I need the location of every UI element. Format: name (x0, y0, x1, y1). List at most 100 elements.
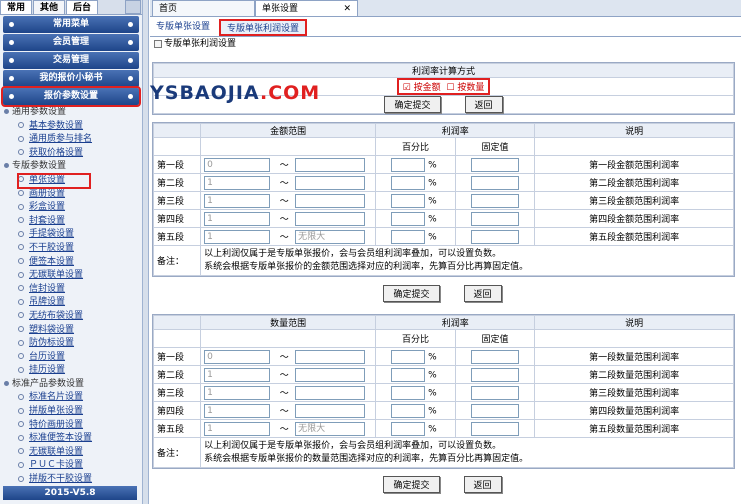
percent-input[interactable] (391, 367, 426, 382)
tree-item[interactable]: 画册设置 (4, 188, 142, 202)
tree-item[interactable]: 彩盒设置 (4, 201, 142, 215)
fixed-input[interactable] (470, 157, 519, 172)
range-from-input[interactable]: 1 (204, 367, 271, 382)
close-icon[interactable]: ✕ (343, 3, 351, 14)
tree-item[interactable]: 塑料袋设置 (4, 324, 142, 338)
tab-home[interactable]: 首页 (152, 0, 255, 16)
menu-common[interactable]: 常用菜单 (3, 16, 139, 33)
percent-input[interactable] (391, 385, 426, 400)
percent-input[interactable] (391, 193, 426, 208)
fixed-input[interactable] (470, 193, 519, 208)
tree-item[interactable]: 获取价格设置 (4, 147, 142, 161)
range-to-input[interactable]: 无限大 (295, 229, 366, 244)
tab-backend[interactable]: 后台 (66, 0, 99, 14)
range-from-input[interactable]: 1 (204, 193, 271, 208)
percent-input[interactable] (391, 421, 426, 436)
fixed-input[interactable] (470, 175, 519, 190)
qty-box: 数量范围 利润率 说明 百分比 固定值 第一段 0 ～ % 第一段数量范围利润率 第二段 1 ～ … (152, 314, 735, 469)
qty-submit-button[interactable]: 确定提交 (383, 476, 440, 493)
fixed-input[interactable] (470, 349, 519, 364)
tree-item[interactable]: 手提袋设置 (4, 228, 142, 242)
range-to-input[interactable] (295, 157, 366, 172)
range-to-input[interactable] (295, 403, 366, 418)
tree-item[interactable]: 防伪标设置 (4, 337, 142, 351)
fixed-header: 固定值 (454, 137, 536, 156)
percent-sign: % (428, 160, 437, 170)
range-to-input[interactable] (295, 175, 366, 190)
tree-item[interactable]: 便签本设置 (4, 256, 142, 270)
subtab-single[interactable]: 专版单张设置 (150, 19, 216, 36)
percent-input[interactable] (391, 349, 426, 364)
range-from-input[interactable]: 1 (204, 385, 271, 400)
fixed-input[interactable] (470, 403, 519, 418)
menu-secretary[interactable]: 我的报价小秘书 (3, 70, 139, 87)
range-from-input[interactable]: 1 (204, 229, 271, 244)
subtab-profit[interactable]: 专版单张利润设置 (219, 19, 308, 36)
range-from-input[interactable]: 1 (204, 211, 271, 226)
tree-item[interactable]: 无纺布袋设置 (4, 310, 142, 324)
range-from-input[interactable]: 0 (204, 349, 271, 364)
tree-item[interactable]: 特价画册设置 (4, 419, 142, 433)
range-from-input[interactable]: 0 (204, 157, 271, 172)
item-label: 特价画册设置 (29, 419, 84, 430)
tree-item[interactable]: 吊牌设置 (4, 296, 142, 310)
amount-submit-button[interactable]: 确定提交 (383, 285, 440, 302)
fixed-input[interactable] (470, 211, 519, 226)
range-to-input[interactable] (295, 385, 366, 400)
segment-row: 第三段 1 ～ % 第三段金额范围利润率 (152, 191, 734, 210)
menu-label: 交易管理 (52, 55, 89, 65)
tree-item[interactable]: 无碳联单设置 (4, 269, 142, 283)
tilde: ～ (276, 383, 293, 402)
tree-item[interactable]: 不干胶设置 (4, 242, 142, 256)
fixed-input[interactable] (470, 385, 519, 400)
range-to-input[interactable] (295, 349, 366, 364)
range-to-input[interactable]: 无限大 (295, 421, 366, 436)
percent-input[interactable] (391, 157, 426, 172)
tab-common[interactable]: 常用 (0, 0, 33, 14)
qty-back-button[interactable]: 返回 (463, 476, 502, 493)
tree-item[interactable]: 无碳联单设置 (4, 446, 142, 460)
note-row: 备注： 以上利润仅属于是专版单张报价，会与会员组利润率叠加，可以设置负数。 系统会根… (152, 437, 734, 468)
tree-item-single-sheet[interactable]: 单张设置 (17, 172, 91, 189)
fixed-input[interactable] (470, 229, 519, 244)
fixed-input[interactable] (470, 367, 519, 382)
fixed-input[interactable] (470, 421, 519, 436)
tree-item[interactable]: 拼版不干胶设置 (4, 473, 142, 487)
tab-single-sheet[interactable]: 单张设置 ✕ (255, 0, 358, 16)
tree-item[interactable]: 基本参数设置 (4, 120, 142, 134)
range-to-input[interactable] (295, 193, 366, 208)
checkbox-qty[interactable]: ☐ (446, 83, 454, 93)
tree-item[interactable]: 信封设置 (4, 283, 142, 297)
tree-item[interactable]: 封套设置 (4, 215, 142, 229)
tree-item[interactable]: ＰＵＣ卡设置 (4, 459, 142, 473)
percent-input[interactable] (391, 175, 426, 190)
range-to-input[interactable] (295, 367, 366, 382)
tilde: ～ (276, 191, 293, 210)
grid-icon[interactable] (125, 0, 141, 14)
item-label: 拼版单张设置 (29, 406, 84, 417)
range-from-input[interactable]: 1 (204, 421, 271, 436)
menu-quote-params[interactable]: 报价参数设置 (1, 86, 141, 107)
menu-member[interactable]: 会员管理 (3, 34, 139, 51)
percent-input[interactable] (391, 403, 426, 418)
checkbox-amount[interactable]: ☑ (403, 83, 411, 93)
range-from-input[interactable]: 1 (204, 403, 271, 418)
tree-item[interactable]: 标准便签本设置 (4, 432, 142, 446)
amount-back-button[interactable]: 返回 (463, 285, 502, 302)
circle-icon (18, 258, 24, 265)
range-to-input[interactable] (295, 211, 366, 226)
tree-item[interactable]: 标准名片设置 (4, 391, 142, 405)
tree-item[interactable]: 挂历设置 (4, 364, 142, 378)
percent-input[interactable] (391, 229, 426, 244)
percent-input[interactable] (391, 211, 426, 226)
tree-item[interactable]: 拼版单张设置 (4, 405, 142, 419)
method-submit-button[interactable]: 确定提交 (384, 96, 441, 113)
tab-other[interactable]: 其他 (33, 0, 66, 14)
tree-group: 专版参数设置 (4, 160, 142, 174)
range-from-input[interactable]: 1 (204, 175, 271, 190)
tree-item[interactable]: 通用质参与排名 (4, 133, 142, 147)
tree-item[interactable]: 台历设置 (4, 351, 142, 365)
splitter[interactable] (143, 0, 149, 504)
menu-trade[interactable]: 交易管理 (3, 52, 139, 69)
method-back-button[interactable]: 返回 (464, 96, 503, 113)
